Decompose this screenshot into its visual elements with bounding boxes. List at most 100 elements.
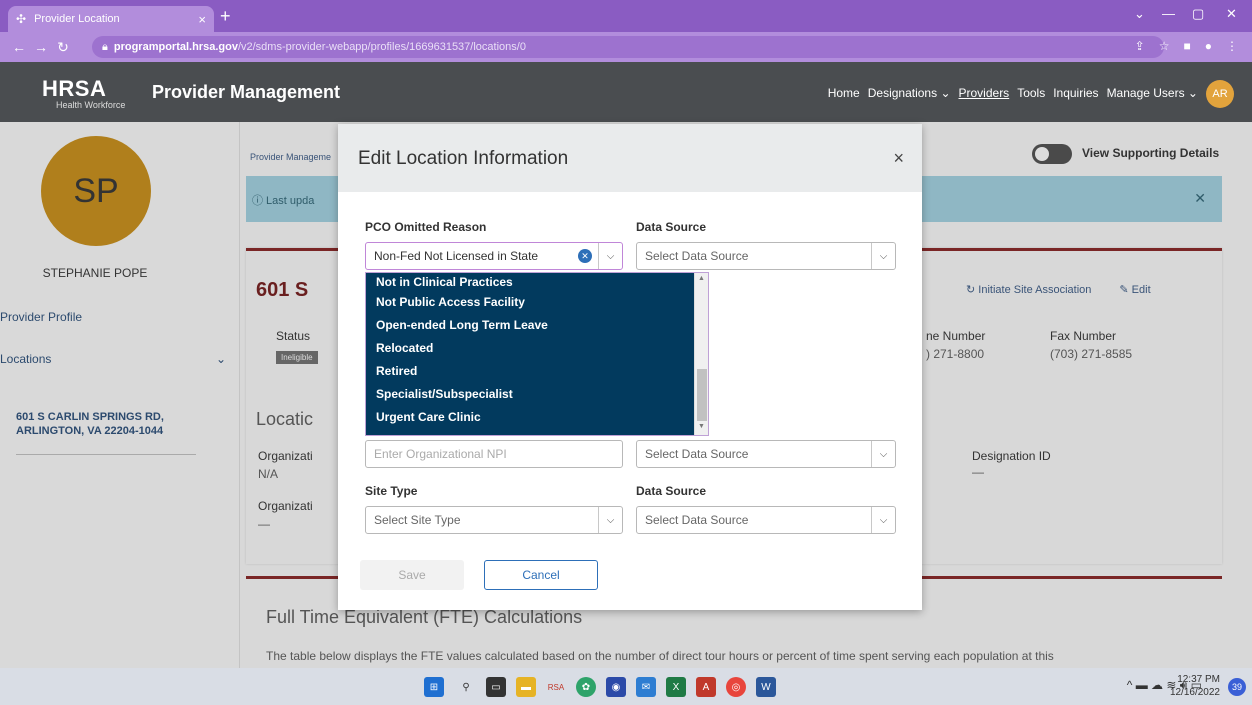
sidebar-item-provider-profile[interactable]: Provider Profile (0, 310, 82, 324)
cancel-button[interactable]: Cancel (484, 560, 598, 590)
nav-inquiries[interactable]: Inquiries (1053, 86, 1098, 100)
browser-tab[interactable]: ✣ Provider Location × (8, 6, 214, 32)
share-icon[interactable]: ⇪ (1135, 39, 1145, 53)
tab-search-icon[interactable]: ⌄ (1134, 6, 1145, 22)
chevron-down-icon[interactable]: ⌵ (598, 243, 622, 269)
favicon-icon: ✣ (16, 12, 27, 26)
address-bar: ← → ↻ 🔒︎ programportal.hrsa.gov /v2/sdms… (0, 32, 1252, 62)
option-relocated[interactable]: Relocated (366, 337, 708, 360)
supporting-details-toggle[interactable] (1032, 144, 1072, 164)
browser-tab-strip: ✣ Provider Location × + ⌄ — ▢ ✕ (0, 0, 1252, 32)
system-clock[interactable]: 12:37 PM 12/16/2022 (1170, 673, 1220, 699)
chrome-icon[interactable]: ◎ (726, 677, 746, 697)
clear-icon[interactable]: ✕ (578, 249, 592, 263)
nav-designations[interactable]: Designations ⌄ (868, 86, 951, 100)
bookmark-star-icon[interactable]: ☆ (1159, 39, 1170, 53)
clock-date: 12/16/2022 (1169, 687, 1220, 698)
chevron-down-icon[interactable]: ⌵ (598, 507, 622, 533)
edit-link[interactable]: ✎ Edit (1119, 283, 1150, 296)
scroll-up-icon[interactable]: ▲ (698, 275, 705, 282)
edit-location-modal: Edit Location Information × PCO Omitted … (338, 124, 922, 610)
data-source-select[interactable]: Select Data Source ⌵ (636, 242, 896, 270)
option-not-in-clinical-practices[interactable]: Not in Clinical Practices (366, 273, 708, 291)
fte-description: The table below displays the FTE values … (266, 649, 1054, 663)
excel-icon[interactable]: X (666, 677, 686, 697)
banner-text: ⓘ Last upda (252, 195, 315, 207)
data-source-label: Data Source (636, 220, 707, 234)
site-type-placeholder: Select Site Type (374, 513, 461, 527)
dropdown-scrollbar[interactable]: ▲ ▼ (694, 273, 708, 435)
option-specialist-subspecialist[interactable]: Specialist/Subspecialist (366, 383, 708, 406)
logo-subtext: Health Workforce (56, 100, 126, 110)
menu-kebab-icon[interactable]: ⋮ (1226, 39, 1238, 53)
sidebar-item-locations[interactable]: Locations ⌄ (0, 352, 226, 366)
option-retired[interactable]: Retired (366, 360, 708, 383)
lock-icon: 🔒︎ (102, 40, 108, 53)
forward-icon[interactable]: → (30, 39, 52, 55)
npi-data-source-select[interactable]: Select Data Source ⌵ (636, 440, 896, 468)
provider-name: STEPHANIE POPE (42, 266, 148, 280)
initiate-site-association-link[interactable]: ↻ Initiate Site Association (966, 283, 1091, 296)
clock-time: 12:37 PM (1177, 674, 1220, 685)
search-icon[interactable]: ⚲ (456, 677, 476, 697)
phone-label: ne Number (926, 329, 986, 343)
window-close-icon[interactable]: ✕ (1226, 6, 1237, 22)
photos-icon[interactable]: ✿ (576, 677, 596, 697)
option-urgent-care-clinic[interactable]: Urgent Care Clinic (366, 406, 708, 429)
acrobat-icon[interactable]: A (696, 677, 716, 697)
pco-omitted-reason-value: Non-Fed Not Licensed in State (374, 249, 539, 263)
outlook-icon[interactable]: ✉ (636, 677, 656, 697)
pco-omitted-reason-select[interactable]: Non-Fed Not Licensed in State ✕ ⌵ (365, 242, 623, 270)
modal-close-icon[interactable]: × (893, 148, 904, 169)
option-open-ended-long-term-leave[interactable]: Open-ended Long Term Leave (366, 314, 708, 337)
breadcrumb[interactable]: Provider Manageme (250, 152, 331, 162)
app-header: HRSA Health Workforce Provider Managemen… (0, 62, 1252, 122)
back-icon[interactable]: ← (8, 39, 30, 55)
url-input[interactable]: 🔒︎ programportal.hrsa.gov /v2/sdms-provi… (92, 36, 1164, 58)
hrsa-logo[interactable]: HRSA Health Workforce Provider Managemen… (42, 76, 340, 110)
sidebar-item-location-address[interactable]: 601 S CARLIN SPRINGS RD, ARLINGTON, VA 2… (16, 410, 196, 455)
site-type-data-source-select[interactable]: Select Data Source ⌵ (636, 506, 896, 534)
logo-text: HRSA (42, 76, 107, 101)
nav-home[interactable]: Home (828, 86, 860, 100)
data-source-label: Data Source (636, 484, 707, 498)
pco-omitted-reason-options[interactable]: Not in Clinical Practices Not Public Acc… (365, 272, 709, 436)
restore-icon[interactable]: ▢ (1192, 6, 1204, 22)
user-avatar[interactable]: AR (1206, 80, 1234, 108)
app-name: Provider Management (152, 82, 341, 102)
rsa-icon[interactable]: RSA (546, 677, 566, 697)
chevron-down-icon[interactable]: ⌵ (871, 243, 895, 269)
org-label: Organizati (258, 499, 313, 513)
site-type-select[interactable]: Select Site Type ⌵ (365, 506, 623, 534)
site-type-label: Site Type (365, 484, 418, 498)
teams-icon[interactable]: ◉ (606, 677, 626, 697)
nav-providers[interactable]: Providers (959, 86, 1010, 100)
minimize-icon[interactable]: — (1162, 6, 1175, 21)
notification-badge[interactable]: 39 (1228, 678, 1246, 696)
profile-icon[interactable]: ● (1205, 39, 1212, 53)
side-panel-icon[interactable]: ■ (1184, 39, 1191, 53)
nav-tools[interactable]: Tools (1017, 86, 1045, 100)
tab-close-icon[interactable]: × (198, 12, 206, 27)
fax-value: (703) 271-8585 (1050, 347, 1133, 361)
file-explorer-icon[interactable]: ▬ (516, 677, 536, 697)
nav-manage-users[interactable]: Manage Users ⌄ (1107, 86, 1198, 100)
word-icon[interactable]: W (756, 677, 776, 697)
org-npi-placeholder: Enter Organizational NPI (374, 447, 507, 461)
new-tab-button[interactable]: + (220, 6, 231, 27)
banner-close-icon[interactable]: ✕ (1194, 190, 1206, 207)
task-view-icon[interactable]: ▭ (486, 677, 506, 697)
org-npi-input[interactable]: Enter Organizational NPI (365, 440, 623, 468)
option-not-public-access-facility[interactable]: Not Public Access Facility (366, 291, 708, 314)
chevron-down-icon[interactable]: ⌵ (871, 441, 895, 467)
reload-icon[interactable]: ↻ (52, 39, 74, 56)
windows-start-icon[interactable]: ⊞ (424, 677, 444, 697)
chevron-down-icon[interactable]: ⌵ (871, 507, 895, 533)
supporting-details-label: View Supporting Details (1082, 146, 1220, 160)
scroll-down-icon[interactable]: ▼ (698, 423, 705, 430)
save-button[interactable]: Save (360, 560, 464, 590)
scrollbar-thumb[interactable] (697, 369, 707, 421)
provider-avatar: SP (41, 136, 151, 246)
status-badge: Ineligible (276, 351, 318, 364)
phone-value: ) 271-8800 (926, 347, 985, 361)
